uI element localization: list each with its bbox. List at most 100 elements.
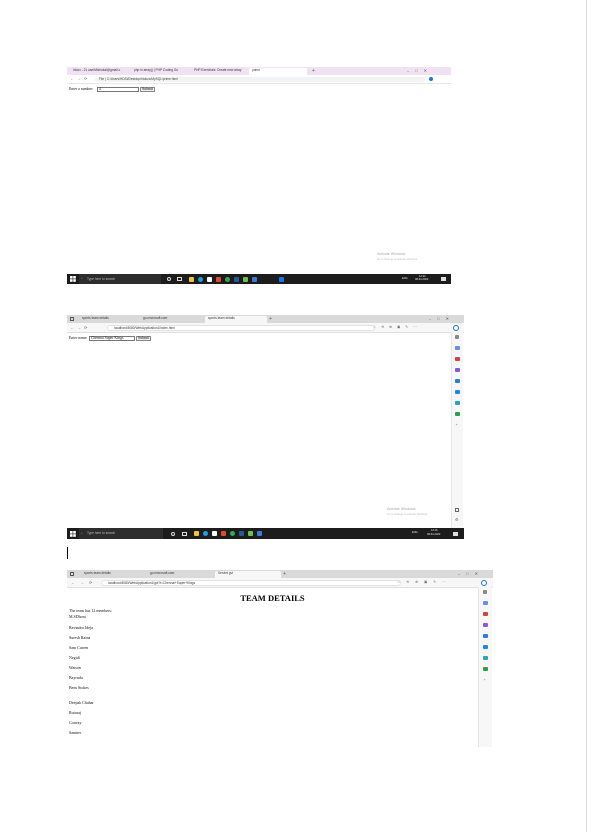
file-explorer-icon[interactable] xyxy=(194,531,199,536)
taskbar-search[interactable]: ⌕ Type here to search xyxy=(79,528,163,539)
button-label: Submit xyxy=(142,87,153,91)
tab-php-exercises[interactable]: PHP Exercises: Create new array xyxy=(191,68,246,75)
drop-icon[interactable] xyxy=(483,656,488,660)
tab-label: go.microsoft.com xyxy=(150,571,175,575)
windows-logo-icon[interactable] xyxy=(70,530,76,537)
nav-icons[interactable]: ←→⟳ xyxy=(71,580,97,585)
tab-label: sports team details xyxy=(208,316,235,320)
address-bar: ←→⟳ File | C:/Users/HDSI/Desktop/htdocs/… xyxy=(67,75,451,84)
language-indicator[interactable]: ENG xyxy=(402,277,408,281)
outlook-icon[interactable] xyxy=(483,645,488,649)
office-icon[interactable] xyxy=(483,667,488,671)
tab-sports-team-details[interactable]: sports team details xyxy=(79,316,137,323)
tab-go-microsoft[interactable]: go.microsoft.com xyxy=(147,571,213,578)
tab-actions-icon[interactable] xyxy=(70,572,74,576)
search-icon[interactable] xyxy=(455,335,459,339)
window-controls[interactable]: –□✕ xyxy=(429,316,455,321)
url-field[interactable]: localhost:8080/WebApplication1/index.htm… xyxy=(107,324,375,331)
tools-icon[interactable] xyxy=(455,379,460,383)
chrome-icon[interactable] xyxy=(230,531,235,536)
task-view-icon[interactable] xyxy=(177,277,182,281)
xampp-icon[interactable] xyxy=(216,276,221,282)
url-field[interactable]: localhost:8080/WebApplication1/gvt?t=Che… xyxy=(101,579,401,586)
tab-php-in-array[interactable]: php in array() | PHP Coding Gu xyxy=(131,68,187,75)
profile-icon[interactable] xyxy=(429,77,433,81)
toolbar-icons[interactable]: ☆⟲⊕▣✎⋯ xyxy=(373,325,422,330)
tab-label: sports team details xyxy=(84,571,111,575)
window-controls[interactable]: –□✕ xyxy=(407,68,433,73)
taskbar-search[interactable]: ⌕ Type here to search xyxy=(79,274,161,284)
address-bar: ←→⟳ localhost:8080/WebApplication1/index… xyxy=(67,323,464,333)
new-tab-icon[interactable]: + xyxy=(283,571,286,577)
office-icon[interactable] xyxy=(455,412,460,416)
notepad-icon[interactable] xyxy=(243,276,248,282)
store-icon[interactable] xyxy=(212,531,217,536)
notification-icon[interactable] xyxy=(441,277,446,281)
form-label: Enter name: xyxy=(69,336,88,340)
word-icon[interactable] xyxy=(239,531,244,536)
toolbar-icons[interactable]: ☆⟲⊕▣✎⋯ xyxy=(397,580,452,585)
file-explorer-icon[interactable] xyxy=(189,276,194,282)
activate-windows-title: Activate Windows xyxy=(377,252,406,256)
language-indicator[interactable]: ENG xyxy=(412,531,418,535)
tab-actions-icon[interactable] xyxy=(70,317,74,321)
xampp-icon[interactable] xyxy=(221,531,226,536)
clock-date[interactable]: 08-01-2023 xyxy=(427,533,440,537)
search-icon[interactable] xyxy=(483,590,487,594)
search-icon: ⌕ xyxy=(81,530,83,535)
sidebar-toggle-icon[interactable] xyxy=(455,508,459,512)
discover-icon[interactable] xyxy=(455,346,460,350)
input-value: Chennai Super Kings xyxy=(91,336,124,340)
nav-icons[interactable]: ←→⟳ xyxy=(70,325,90,330)
edge-icon[interactable] xyxy=(203,531,208,536)
number-input[interactable]: 4 xyxy=(97,87,139,92)
app-icon[interactable] xyxy=(252,276,257,282)
tab-inbox[interactable]: Inbox - 21 userMlshokal@gmail.c xyxy=(70,68,128,75)
word-icon[interactable] xyxy=(234,276,239,282)
url-text: localhost:8080/WebApplication1/index.htm… xyxy=(114,325,175,330)
task-view-icon[interactable] xyxy=(182,531,187,536)
tab-go-microsoft[interactable]: go.microsoft.com xyxy=(140,316,202,323)
nav-icons[interactable]: ←→⟳ xyxy=(70,77,90,81)
windows-logo-icon[interactable] xyxy=(70,276,76,282)
add-icon[interactable]: + xyxy=(484,678,486,682)
window-controls[interactable]: –□✕ xyxy=(458,571,484,576)
new-tab-icon[interactable]: + xyxy=(269,316,272,322)
cortana-icon[interactable] xyxy=(171,531,175,536)
team-name-input[interactable]: Chennai Super Kings xyxy=(89,336,135,341)
discover-icon[interactable] xyxy=(483,601,488,605)
games-icon[interactable] xyxy=(483,623,488,627)
chrome-screenshot: Inbox - 21 userMlshokal@gmail.c php in a… xyxy=(67,67,451,284)
search-placeholder: Type here to search xyxy=(87,276,116,281)
notification-icon[interactable] xyxy=(453,531,458,536)
shopping-icon[interactable] xyxy=(483,612,488,616)
url-field[interactable]: File | C:/Users/HDSI/Desktop/htdocs/MySQ… xyxy=(95,76,425,82)
notepad-icon[interactable] xyxy=(248,531,253,536)
submit-button[interactable]: Submit xyxy=(136,336,151,341)
text-cursor xyxy=(67,547,68,559)
add-icon[interactable]: + xyxy=(456,423,458,427)
tab-prime[interactable]: prime xyxy=(249,68,307,75)
submit-button[interactable]: Submit xyxy=(140,87,155,92)
chrome-icon[interactable] xyxy=(225,276,230,282)
vscode-icon[interactable] xyxy=(279,276,284,282)
outlook-icon[interactable] xyxy=(455,390,460,394)
shopping-icon[interactable] xyxy=(455,357,460,361)
gear-icon[interactable]: ⚙ xyxy=(455,518,459,522)
tools-icon[interactable] xyxy=(483,634,488,638)
bing-icon[interactable] xyxy=(481,579,487,586)
new-tab-icon[interactable]: + xyxy=(312,68,315,74)
bing-icon[interactable] xyxy=(453,324,459,331)
store-icon[interactable] xyxy=(207,276,212,282)
tab-sports-team-details[interactable]: sports team details xyxy=(81,571,145,578)
tab-sports-team-details-active[interactable]: sports team details xyxy=(205,316,267,323)
cortana-icon[interactable] xyxy=(167,277,171,281)
tab-servlet-gvt[interactable]: Servlet gvt xyxy=(215,571,281,578)
edge-icon[interactable] xyxy=(198,276,203,282)
tab-strip: Inbox - 21 userMlshokal@gmail.c php in a… xyxy=(67,67,451,75)
member-item: M.SDhoni xyxy=(69,613,86,619)
games-icon[interactable] xyxy=(455,368,460,372)
app-icon[interactable] xyxy=(257,531,262,536)
drop-icon[interactable] xyxy=(455,401,460,405)
clock-date[interactable]: 08-01-2023 xyxy=(415,278,428,282)
